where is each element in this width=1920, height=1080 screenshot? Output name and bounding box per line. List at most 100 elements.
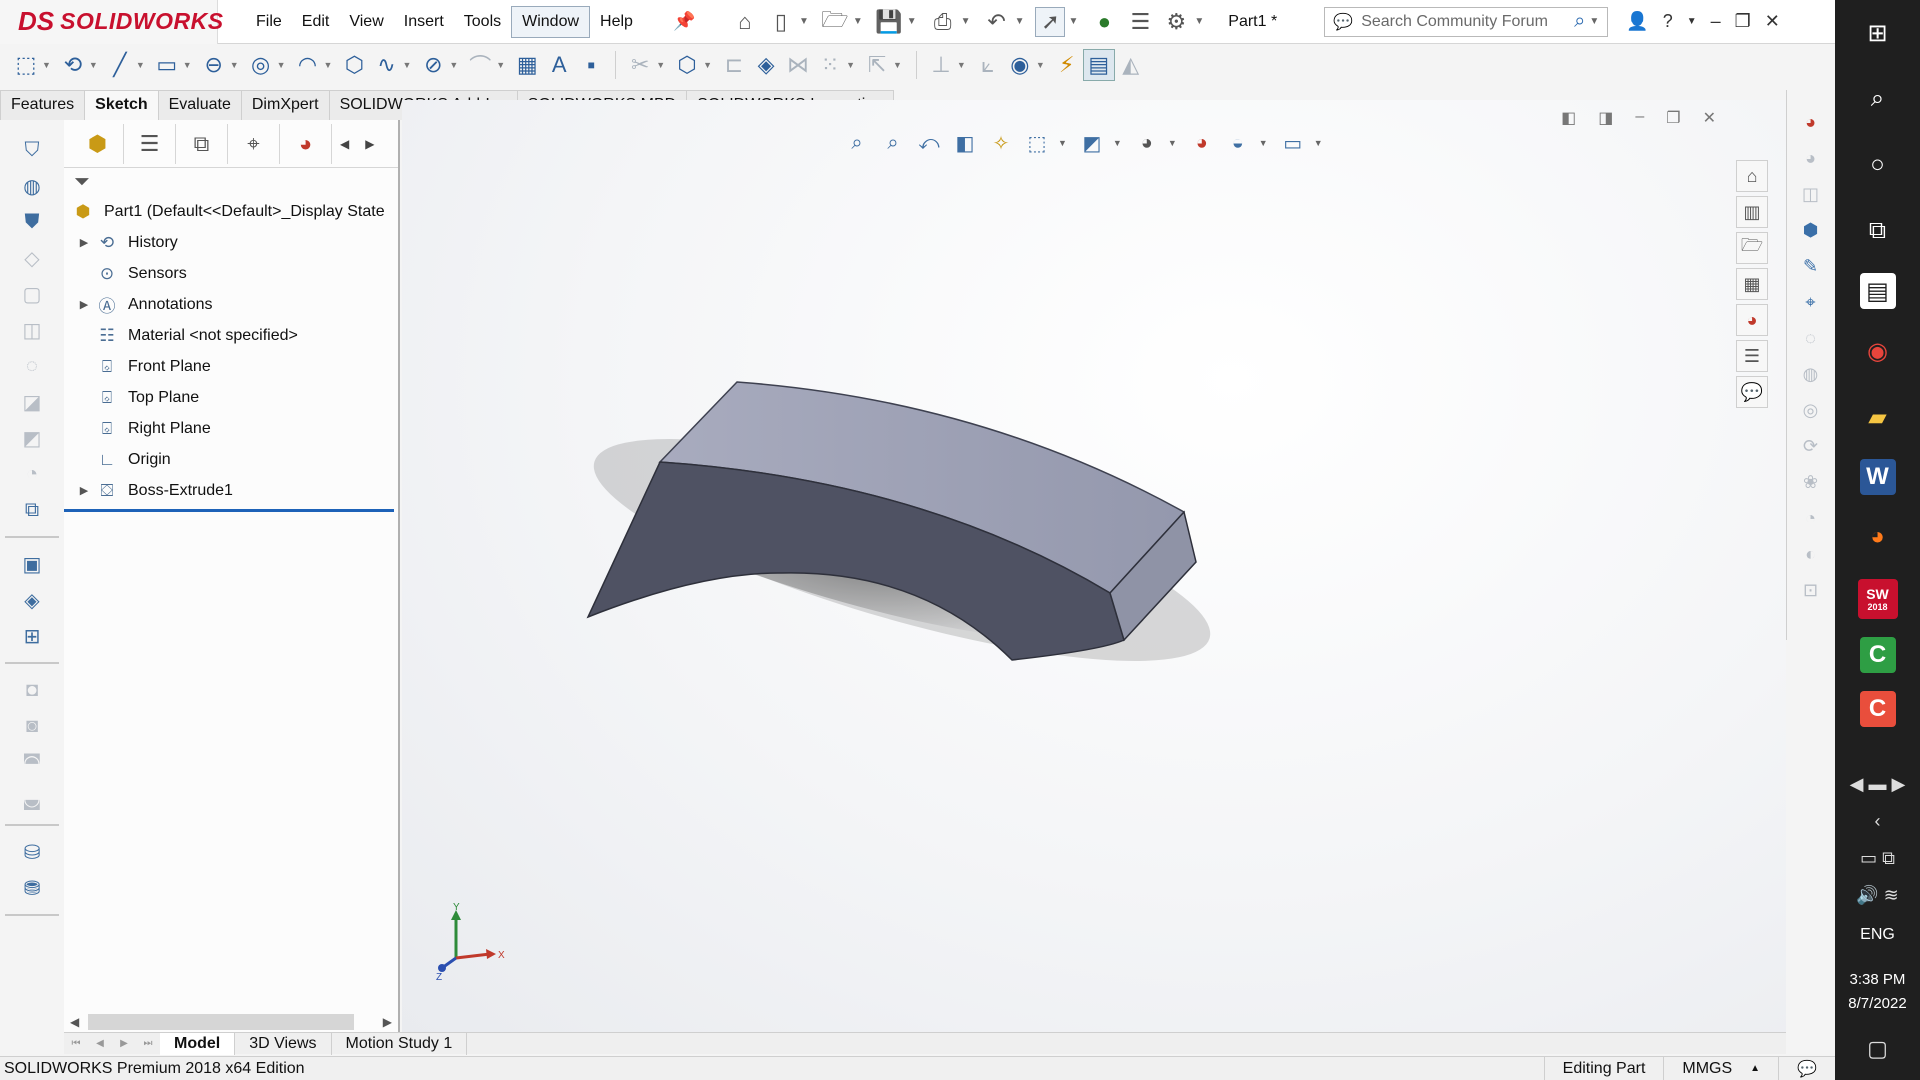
chevron-down-icon[interactable]: ▼: [853, 16, 863, 27]
scrollbar-thumb[interactable]: [88, 1014, 354, 1030]
crosshair-icon[interactable]: ⌖: [1797, 288, 1825, 316]
curves-icon[interactable]: ⛁: [17, 837, 47, 867]
solidworks-resources-icon[interactable]: ⌂: [1736, 160, 1768, 192]
chevron-down-icon[interactable]: ▼: [449, 60, 458, 70]
chevron-down-icon[interactable]: ▼: [1687, 16, 1697, 27]
menu-view[interactable]: View: [339, 7, 393, 37]
tab-model[interactable]: Model: [160, 1032, 236, 1055]
solidworks-taskbar-icon[interactable]: SW 2018: [1857, 579, 1898, 619]
menu-help[interactable]: Help: [590, 7, 643, 37]
undo-icon[interactable]: ↶: [982, 7, 1012, 37]
firefox-icon[interactable]: ◕: [1854, 513, 1902, 561]
linear-pattern-feature-icon[interactable]: ⧉: [17, 495, 47, 525]
convert-entities-icon[interactable]: ⬡: [671, 49, 703, 81]
rebuild-icon[interactable]: ●: [1089, 7, 1119, 37]
menu-insert[interactable]: Insert: [394, 7, 454, 37]
lofted-cut-icon[interactable]: ◩: [17, 423, 47, 453]
offset-icon[interactable]: ⊏: [718, 49, 750, 81]
chevron-left-icon[interactable]: ◀: [340, 137, 349, 151]
chevron-down-icon[interactable]: ▼: [1113, 138, 1122, 148]
chevron-down-icon[interactable]: ▼: [183, 60, 192, 70]
user-icon[interactable]: 👤: [1626, 11, 1648, 32]
tree-root-part[interactable]: ⬢ Part1 (Default<<Default>_Display State: [64, 196, 398, 227]
language-indicator[interactable]: ENG: [1860, 926, 1895, 944]
close-icon[interactable]: ✕: [1765, 11, 1780, 32]
zoom-to-area-icon[interactable]: ⌕: [878, 128, 908, 158]
close-icon[interactable]: ✕: [1703, 108, 1716, 128]
tree-item-sensors[interactable]: ⊙ Sensors: [64, 258, 398, 289]
surface-offset-icon[interactable]: ◈: [750, 49, 782, 81]
select-pointer-icon[interactable]: ➚: [1035, 6, 1066, 37]
rectangle-icon[interactable]: ▭: [151, 49, 183, 81]
trim-icon[interactable]: ✂: [624, 49, 656, 81]
print-icon[interactable]: ⎙: [928, 7, 958, 37]
tab-sketch[interactable]: Sketch: [84, 90, 159, 120]
apply-scene-icon[interactable]: ◒: [1223, 128, 1253, 158]
rotate-icon[interactable]: ⟳: [1797, 432, 1825, 460]
instant3d-icon[interactable]: ⛃: [17, 873, 47, 903]
chevron-down-icon[interactable]: ▼: [1058, 138, 1067, 148]
windows-start-icon[interactable]: ⊞: [1854, 9, 1902, 57]
home-icon[interactable]: ⌂: [730, 7, 760, 37]
ellipse-icon[interactable]: ⊘: [417, 49, 449, 81]
smart-dimension-icon[interactable]: ⟲: [57, 49, 89, 81]
circle-icon[interactable]: ◎: [245, 49, 277, 81]
dynamic-annotation-icon[interactable]: ✧: [986, 128, 1016, 158]
quick-snaps-icon[interactable]: ◉: [1004, 49, 1036, 81]
expand-icon[interactable]: ▶: [74, 298, 94, 311]
rapid-sketch-icon[interactable]: ⚡: [1051, 49, 1083, 81]
rollback-bar[interactable]: [64, 509, 394, 512]
tree-item-origin[interactable]: ∟ Origin: [64, 444, 398, 475]
menu-tools[interactable]: Tools: [454, 7, 511, 37]
chevron-down-icon[interactable]: ▼: [1168, 138, 1177, 148]
chevron-down-icon[interactable]: ▼: [1314, 138, 1323, 148]
repair-sketch-icon[interactable]: ⟀: [972, 49, 1004, 81]
chevron-down-icon[interactable]: ▼: [324, 60, 333, 70]
tab-features[interactable]: Features: [0, 90, 86, 120]
next-tab-icon[interactable]: ▶: [112, 1034, 136, 1054]
tree-item-top-plane[interactable]: ⌺ Top Plane: [64, 382, 398, 413]
chevron-down-icon[interactable]: ▼: [277, 60, 286, 70]
chevron-down-icon[interactable]: ▼: [89, 60, 98, 70]
intersect-icon[interactable]: ◙: [17, 711, 47, 741]
notifications-icon[interactable]: ▢: [1867, 1036, 1888, 1062]
mirror-feature-icon[interactable]: ◚: [17, 747, 47, 777]
view-orientation-icon[interactable]: ⬚: [1022, 128, 1052, 158]
zoom-to-fit-icon[interactable]: ⌕: [842, 128, 872, 158]
tree-item-material[interactable]: ☷ Material <not specified>: [64, 320, 398, 351]
slot-icon[interactable]: ⊖: [198, 49, 230, 81]
new-document-icon[interactable]: ▯: [766, 7, 796, 37]
plane-icon[interactable]: ▦: [511, 49, 543, 81]
capture-icon[interactable]: ⊡: [1797, 576, 1825, 604]
word-icon[interactable]: W: [1859, 459, 1896, 495]
chevron-down-icon[interactable]: ▼: [496, 60, 505, 70]
chevron-down-icon[interactable]: ▼: [42, 60, 51, 70]
chevron-down-icon[interactable]: ▼: [846, 60, 855, 70]
expand-icon[interactable]: ▶: [74, 236, 94, 249]
extruded-cut-icon[interactable]: ◫: [17, 315, 47, 345]
design-library-icon[interactable]: ▥: [1736, 196, 1768, 228]
shell-icon[interactable]: ⊞: [17, 621, 47, 651]
mirror-icon[interactable]: ⋈: [782, 49, 814, 81]
help-icon[interactable]: ?: [1663, 11, 1673, 32]
chrome-icon[interactable]: ◉: [1854, 327, 1902, 375]
revolved-boss-icon[interactable]: ◍: [17, 171, 47, 201]
chevron-down-icon[interactable]: ▼: [1068, 16, 1078, 27]
draft-icon[interactable]: ◈: [17, 585, 47, 615]
save-icon[interactable]: 💾: [874, 7, 904, 37]
restore-icon[interactable]: ❐: [1666, 108, 1680, 128]
display-style-icon[interactable]: ◩: [1077, 128, 1107, 158]
chevron-down-icon[interactable]: ▼: [907, 16, 917, 27]
tree-item-right-plane[interactable]: ⌺ Right Plane: [64, 413, 398, 444]
chevron-right-icon[interactable]: ▶: [383, 1015, 392, 1029]
scene-icon[interactable]: ◕: [1797, 144, 1825, 172]
menu-window[interactable]: Window: [511, 5, 591, 38]
camtasia-green-icon[interactable]: C: [1859, 637, 1896, 673]
configuration-manager-tab-icon[interactable]: ⧉: [176, 123, 228, 164]
tab-3d-views[interactable]: 3D Views: [235, 1032, 332, 1055]
fillet-feature-icon[interactable]: ◔: [17, 459, 47, 489]
file-explorer-icon[interactable]: 🗁: [1736, 232, 1768, 264]
section-view-icon[interactable]: ◧: [950, 128, 980, 158]
cortana-icon[interactable]: ○: [1854, 141, 1902, 189]
prev-tab-icon[interactable]: ◀: [88, 1034, 112, 1054]
